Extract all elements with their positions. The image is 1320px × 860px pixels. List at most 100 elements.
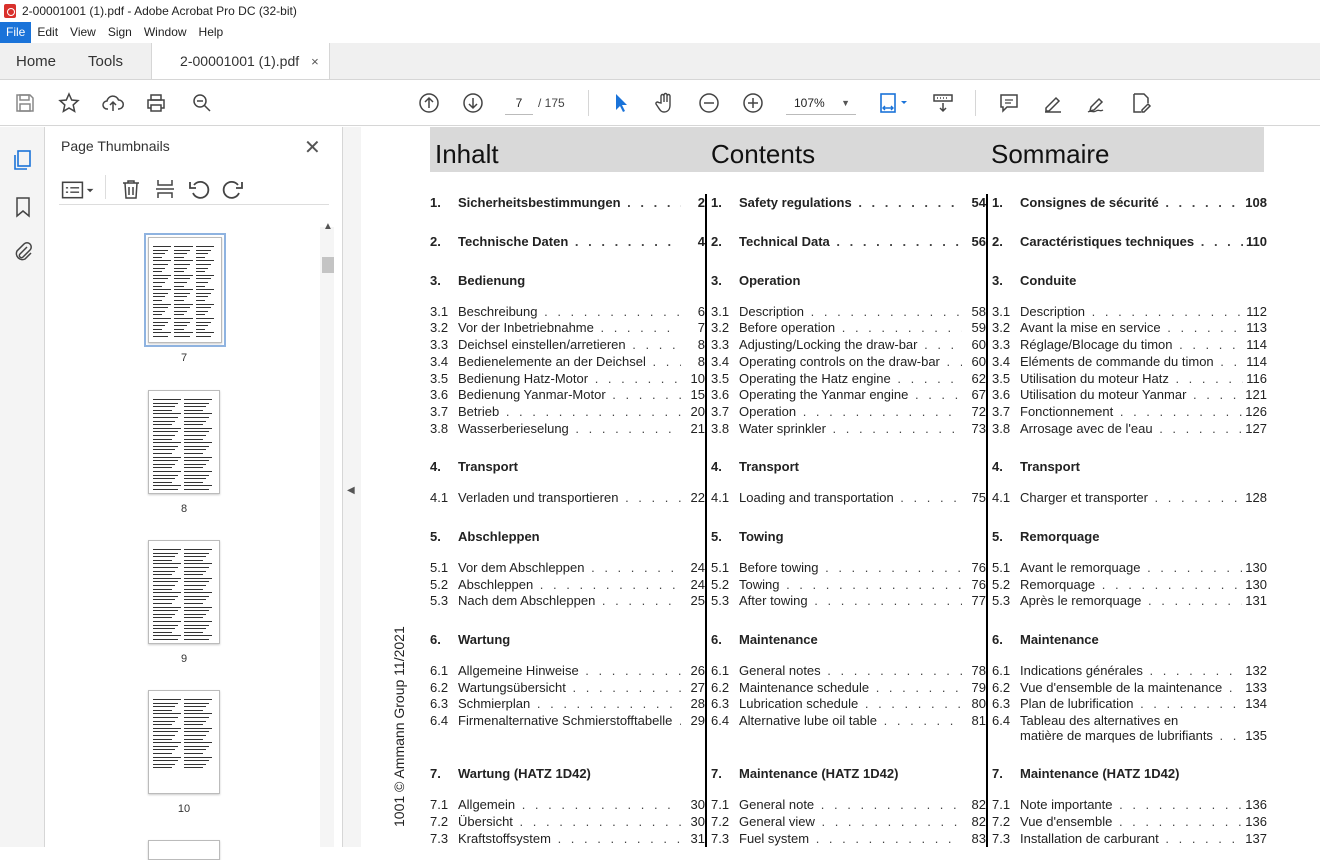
toc-entry-page: 31 bbox=[687, 831, 705, 847]
toc-leader-dots: . . . . . . . . . . . . . . . . bbox=[1175, 371, 1243, 386]
tab-tools[interactable]: Tools bbox=[72, 43, 139, 79]
comment-icon[interactable] bbox=[996, 90, 1022, 116]
tab-home[interactable]: Home bbox=[0, 43, 72, 79]
toc-entry-page: 83 bbox=[968, 831, 986, 847]
page-thumbnail[interactable] bbox=[148, 540, 220, 644]
extract-page-icon[interactable] bbox=[153, 177, 177, 206]
toc-entry-number: 6.1 bbox=[430, 663, 449, 678]
toc-leader-dots: . . . . . . . . . . . . . . . . bbox=[1147, 560, 1243, 575]
toc-entry-number: 5.3 bbox=[430, 593, 449, 608]
thumbnail-text-line bbox=[184, 489, 209, 490]
toc-entry-title: Charger et transporter . . . . . . . . .… bbox=[1020, 490, 1243, 506]
bookmark-star-icon[interactable] bbox=[56, 90, 82, 116]
save-icon[interactable] bbox=[12, 90, 38, 116]
toc-entry-number: 3.6 bbox=[430, 387, 449, 402]
thumbnail-text-line bbox=[184, 617, 203, 619]
fit-page-icon[interactable] bbox=[876, 90, 912, 116]
thumbnail-options-icon[interactable] bbox=[61, 179, 95, 206]
thumbnail-text-line bbox=[184, 424, 203, 426]
thumbnail-text-line bbox=[153, 592, 181, 594]
page-thumbnail[interactable] bbox=[148, 840, 220, 860]
thumbnail-scrollbar[interactable]: ▲ bbox=[320, 221, 334, 847]
menu-sign[interactable]: Sign bbox=[102, 22, 138, 43]
toc-entry-number: 7.1 bbox=[711, 797, 730, 812]
page-thumbnail[interactable] bbox=[144, 233, 226, 347]
edit-pdf-icon[interactable] bbox=[1128, 90, 1154, 116]
toc-entry-title: Technical Data . . . . . . . . . . . . .… bbox=[739, 234, 962, 250]
menu-window[interactable]: Window bbox=[138, 22, 193, 43]
thumbnail-text-line bbox=[184, 435, 206, 436]
toc-entry-title: Towing bbox=[739, 529, 784, 544]
highlight-pen-icon[interactable] bbox=[1040, 90, 1066, 116]
toc-entry-page: 30 bbox=[687, 797, 705, 813]
delete-page-icon[interactable] bbox=[119, 177, 143, 206]
rotate-right-icon[interactable] bbox=[221, 177, 245, 206]
thumbnail-text-line bbox=[153, 556, 175, 558]
thumbnail-text-line bbox=[184, 549, 212, 550]
panel-collapse-bar[interactable]: ◀ bbox=[343, 127, 361, 847]
page-thumbnail[interactable] bbox=[148, 390, 220, 494]
thumbnail-text-line bbox=[195, 285, 205, 287]
scroll-mode-icon[interactable] bbox=[930, 90, 956, 116]
zoom-level-select[interactable]: 107% ▼ bbox=[786, 91, 856, 115]
toc-entry-title: Beschreibung . . . . . . . . . . . . . .… bbox=[458, 304, 681, 320]
scroll-up-icon[interactable]: ▲ bbox=[323, 221, 333, 232]
attachments-icon[interactable] bbox=[10, 239, 36, 265]
thumbnail-text-line bbox=[153, 256, 163, 258]
rotate-left-icon[interactable] bbox=[187, 177, 211, 206]
select-cursor-icon[interactable] bbox=[608, 90, 634, 116]
close-panel-icon[interactable]: ✕ bbox=[304, 135, 321, 160]
toc-entry-number: 4. bbox=[711, 459, 722, 474]
tab-document[interactable]: 2-00001001 (1).pdf × bbox=[151, 43, 330, 79]
toc-entry-title: Maintenance bbox=[1020, 632, 1099, 647]
upload-cloud-icon[interactable] bbox=[100, 90, 126, 116]
toc-entry-title: Réglage/Blocage du timon . . . . . . . .… bbox=[1020, 337, 1243, 353]
toc-entry-title: Abschleppen bbox=[458, 529, 540, 544]
heading-inhalt: Inhalt bbox=[435, 139, 499, 169]
toc-entry-page: 136 bbox=[1242, 814, 1267, 830]
toc-entry-number: 3.7 bbox=[711, 404, 730, 419]
toc-entry-page: 24 bbox=[687, 577, 705, 593]
heading-sommaire: Sommaire bbox=[991, 139, 1110, 169]
toc-entry-number: 3.8 bbox=[430, 421, 449, 436]
scrollbar-thumb[interactable] bbox=[322, 257, 334, 273]
page-thumbnail[interactable] bbox=[148, 690, 220, 794]
thumbnail-text-line bbox=[174, 260, 193, 262]
toc-entry-number: 6. bbox=[430, 632, 441, 647]
menu-file[interactable]: File bbox=[0, 22, 32, 43]
toc-entry-page: 81 bbox=[968, 713, 986, 729]
zoom-out-icon[interactable] bbox=[696, 90, 722, 116]
thumbnail-text-line bbox=[153, 438, 172, 440]
menu-edit[interactable]: Edit bbox=[31, 22, 64, 43]
sign-pen-icon[interactable] bbox=[1084, 90, 1110, 116]
thumbnail-text-line bbox=[184, 628, 206, 630]
thumbnail-text-line bbox=[153, 613, 175, 615]
toc-entry-number: 3. bbox=[992, 273, 1003, 288]
previous-page-icon[interactable] bbox=[416, 90, 442, 116]
collapse-arrow-icon[interactable]: ◀ bbox=[347, 485, 355, 496]
thumbnail-text-line bbox=[184, 581, 209, 583]
zoom-in-icon[interactable] bbox=[740, 90, 766, 116]
thumbnail-text-line bbox=[153, 325, 166, 327]
thumbnail-text-line bbox=[184, 399, 212, 400]
toc-entry-number: 6.4 bbox=[430, 713, 449, 728]
next-page-icon[interactable] bbox=[460, 90, 486, 116]
bookmarks-icon[interactable] bbox=[10, 194, 36, 220]
toc-entry-number: 4.1 bbox=[430, 490, 449, 505]
menu-view[interactable]: View bbox=[64, 22, 102, 43]
thumbnail-text-line bbox=[153, 763, 175, 765]
toc-entry-title: General notes . . . . . . . . . . . . . … bbox=[739, 663, 962, 679]
thumbnail-text-line bbox=[184, 760, 209, 762]
thumbnail-text-line bbox=[153, 318, 172, 319]
toc-leader-dots: . . . . . . . . . . . . . . . . bbox=[572, 680, 681, 695]
hand-tool-icon[interactable] bbox=[652, 90, 678, 116]
page-thumbnails-icon[interactable] bbox=[10, 147, 36, 173]
thumbnail-text-line bbox=[195, 300, 205, 301]
zoom-search-icon[interactable] bbox=[189, 90, 215, 116]
close-tab-icon[interactable]: × bbox=[311, 54, 319, 69]
print-icon[interactable] bbox=[143, 90, 169, 116]
toc-entry-title: Alternative lube oil table . . . . . . .… bbox=[739, 713, 962, 729]
thumbnail-text-line bbox=[153, 481, 172, 483]
page-number-input[interactable]: 7 bbox=[505, 91, 533, 115]
menu-help[interactable]: Help bbox=[193, 22, 230, 43]
